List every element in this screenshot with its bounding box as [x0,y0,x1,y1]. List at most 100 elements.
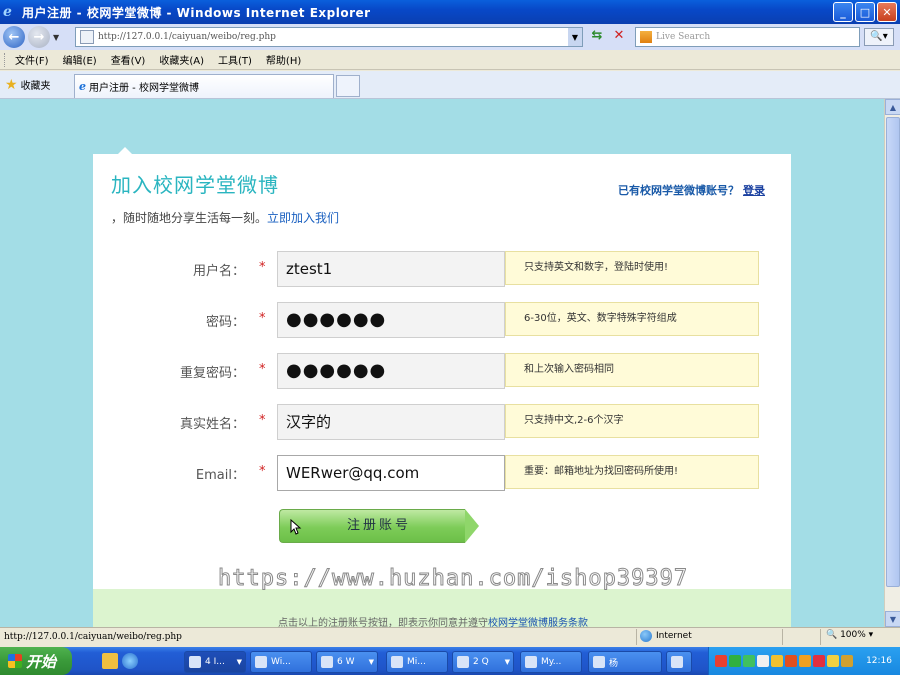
realname-hint: 只支持中文,2-6个汉字 [505,404,759,438]
tray-icon[interactable] [743,655,755,667]
quick-launch [102,653,138,669]
tray-icon[interactable] [785,655,797,667]
favorites-label: 收藏夹 [20,81,51,92]
search-box[interactable]: Live Search [635,27,860,47]
has-account-text: 已有校网学堂微博账号？ [618,184,739,197]
tab-bar: ★ 收藏夹 e 用户注册 - 校网学堂微博 [0,71,900,99]
maximize-button[interactable]: □ [855,2,875,22]
address-bar[interactable]: http://127.0.0.1/caiyuan/weibo/reg.php ▼ [75,27,583,47]
system-tray: 12:16 [708,647,900,675]
task-ie[interactable]: 4 I... ▼ [184,651,246,673]
task-window[interactable]: Wi... [250,651,312,673]
menu-favorites[interactable]: 收藏夹(A) [159,52,204,67]
menu-file[interactable]: 文件(F) [15,52,49,67]
menu-view[interactable]: 查看(V) [111,52,146,67]
menu-bar: 文件(F) 编辑(E) 查看(V) 收藏夹(A) 工具(T) 帮助(H) [0,50,900,70]
form-row-confirm-password: 重复密码： * ●●●●●● 和上次输入密码相同 [93,353,791,389]
task-qq[interactable]: 2 Q ▼ [452,651,514,673]
terms-link[interactable]: 校网学堂微博服务条款 [488,618,588,627]
window-titlebar: e 用户注册 - 校网学堂微博 - Windows Internet Explo… [0,0,900,24]
status-url: http://127.0.0.1/caiyuan/weibo/reg.php [4,632,182,642]
tray-icon[interactable] [715,655,727,667]
username-label: 用户名： [192,264,245,279]
tray-icon[interactable] [827,655,839,667]
task-label: 2 Q [473,657,489,667]
task-excel[interactable]: Mi... [386,651,448,673]
navigation-bar: ← → ▼ http://127.0.0.1/caiyuan/weibo/reg… [0,24,900,50]
zoom-value: 100% [840,630,866,640]
minimize-button[interactable]: _ [833,2,853,22]
confirm-password-input[interactable]: ●●●●●● [277,353,505,389]
required-mark: * [259,260,266,275]
stop-icon[interactable]: ✕ [610,28,628,46]
address-dropdown-icon[interactable]: ▼ [568,28,582,46]
security-zone[interactable]: Internet [640,630,692,642]
register-button[interactable]: 注册账号 [279,509,479,543]
back-button[interactable]: ← [3,26,25,48]
search-placeholder[interactable]: Live Search [656,32,710,42]
window-title: 用户注册 - 校网学堂微博 - Windows Internet Explore… [22,5,371,20]
has-account: 已有校网学堂微博账号？ 登录 [618,182,765,198]
realname-input[interactable]: 汉字的 [277,404,505,440]
email-label: Email： [195,468,245,483]
tab-registration[interactable]: e 用户注册 - 校网学堂微博 [74,74,334,98]
task-folders[interactable]: 6 W ▼ [316,651,378,673]
tray-icon[interactable] [771,655,783,667]
address-url[interactable]: http://127.0.0.1/caiyuan/weibo/reg.php [98,32,276,42]
form-row-username: 用户名： * ztest1 只支持英文和数字，登陆时使用! [93,251,791,287]
tray-icon[interactable] [729,655,741,667]
search-button[interactable]: 🔍▾ [864,28,894,46]
password-label: 密码： [205,315,245,330]
page-content: 加入校网学堂微博 ，随时随地分享生活每一刻。立即加入我们 已有校网学堂微博账号？… [0,99,884,627]
close-button[interactable]: ✕ [877,2,897,22]
menu-help[interactable]: 帮助(H) [266,52,301,67]
ie-quicklaunch-icon[interactable] [122,653,138,669]
taskbar: 开始 4 I... ▼ Wi... 6 W ▼ Mi... 2 Q ▼ My... 杨… [0,647,900,675]
new-tab-button[interactable] [336,75,360,97]
username-input[interactable]: ztest1 [277,251,505,287]
form-row-password: 密码： * ●●●●●● 6-30位，英文、数字特殊字符组成 [93,302,791,338]
username-hint: 只支持英文和数字，登陆时使用! [505,251,759,285]
footer-strip: 点击以上的注册账号按钮，即表示你同意并遵守校网学堂微博服务条款 [93,589,791,627]
vertical-scrollbar[interactable]: ▲ ▼ [884,99,900,627]
task-icon [593,656,605,668]
folder-icon[interactable] [102,653,118,669]
subtitle-text: ，随时随地分享生活每一刻。 [111,211,268,225]
scroll-down-icon[interactable]: ▼ [885,611,900,627]
history-dropdown-icon[interactable]: ▼ [53,33,59,42]
task-my[interactable]: My... [520,651,582,673]
required-mark: * [259,464,266,479]
task-icon [525,656,537,668]
zoom-level[interactable]: 🔍 100% ▾ [826,630,873,640]
task-label: 6 W [337,657,355,667]
menu-edit[interactable]: 编辑(E) [63,52,97,67]
tray-icon[interactable] [799,655,811,667]
refresh-icon[interactable]: ⇆ [588,28,606,46]
scroll-thumb[interactable] [886,117,900,587]
menu-tools[interactable]: 工具(T) [218,52,252,67]
email-input[interactable]: WERwer@qq.com [277,455,505,491]
task-dropdown-icon: ▼ [236,658,242,666]
required-mark: * [259,311,266,326]
task-dropdown-icon: ▼ [368,658,374,666]
task-extra[interactable] [666,651,692,673]
task-label: 杨 [609,658,619,669]
realname-label: 真实姓名： [179,417,245,432]
join-link[interactable]: 立即加入我们 [267,211,339,225]
task-icon [671,656,683,668]
tray-icon[interactable] [757,655,769,667]
tray-icon[interactable] [841,655,853,667]
tray-icon[interactable] [813,655,825,667]
page-title: 加入校网学堂微博 [111,173,279,197]
scroll-up-icon[interactable]: ▲ [885,99,900,115]
task-yang[interactable]: 杨 [588,651,662,673]
favorites-button[interactable]: ★ 收藏夹 [5,77,51,93]
login-link[interactable]: 登录 [743,184,765,197]
required-mark: * [259,413,266,428]
start-button[interactable]: 开始 [0,647,72,675]
task-label: 4 I... [205,657,225,667]
forward-button[interactable]: → [28,26,50,48]
terms-prefix: 点击以上的注册账号按钮，即表示你同意并遵守 [278,618,488,627]
password-input[interactable]: ●●●●●● [277,302,505,338]
tab-title: 用户注册 - 校网学堂微博 [89,83,199,94]
